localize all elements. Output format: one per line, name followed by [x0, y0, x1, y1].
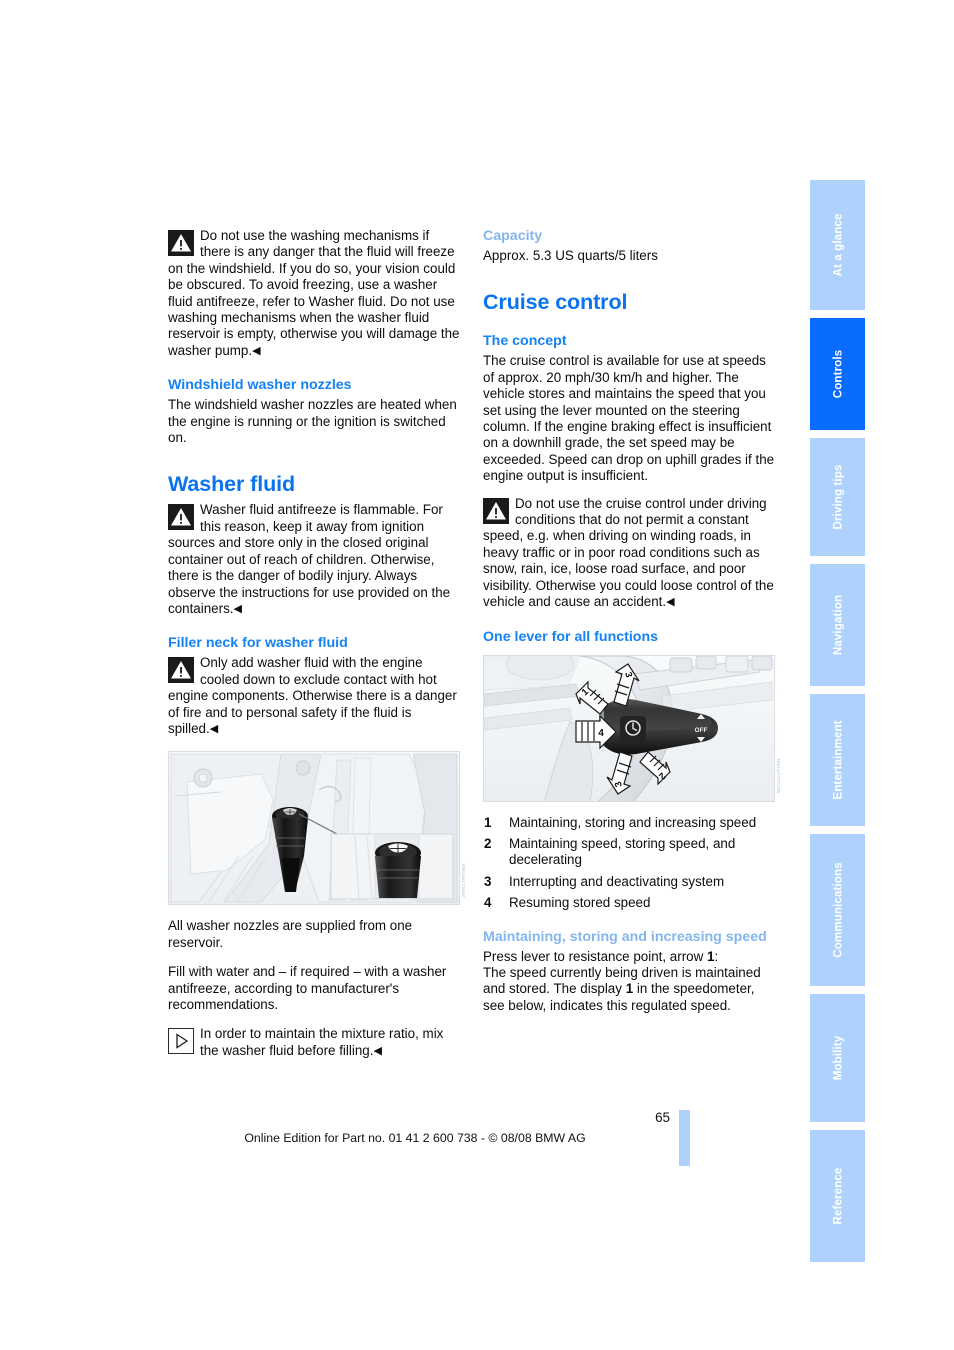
- list-item-label: Maintaining, storing and increasing spee…: [509, 814, 757, 830]
- footer-accent-bar: [679, 1110, 690, 1166]
- warning-antifreeze-flammable: Washer fluid antifreeze is flammable. Fo…: [168, 502, 460, 617]
- figure-reference-code: WRS17PAT95A: [460, 862, 466, 898]
- list-item: 3 Interrupting and deactivating system: [483, 874, 775, 890]
- sidebar-tab-controls[interactable]: Controls: [810, 318, 865, 430]
- heading-windshield-washer-nozzles: Windshield washer nozzles: [168, 377, 352, 394]
- warning-text: Washer fluid antifreeze is flammable. Fo…: [168, 502, 451, 616]
- list-item-number: 2: [484, 835, 492, 851]
- end-marker: ◀: [252, 344, 261, 357]
- list-item-number: 4: [484, 895, 492, 911]
- figure-washer-fluid-filler-neck: WRS17PAT95A: [168, 751, 466, 906]
- sidebar-tab-navigation[interactable]: Navigation: [810, 564, 865, 686]
- list-item: 1 Maintaining, storing and increasing sp…: [483, 815, 775, 831]
- sidebar-tab-at-a-glance[interactable]: At a glance: [810, 180, 865, 310]
- right-column: Capacity Approx. 5.3 US quarts/5 liters …: [483, 228, 781, 1027]
- heading-the-concept: The concept: [483, 333, 567, 350]
- list-item: 4 Resuming stored speed: [483, 895, 775, 911]
- text-fill-with-water: Fill with water and – if required – with…: [168, 964, 447, 1012]
- warning-text: Do not use the washing mechanisms if the…: [168, 228, 460, 358]
- manual-page: Do not use the washing mechanisms if the…: [0, 0, 954, 1350]
- end-marker: ◀: [233, 602, 242, 615]
- figure-reference-code: WCS1CUT1091: [775, 758, 781, 794]
- sidebar-tab-label: Reference: [831, 1167, 844, 1225]
- end-marker: ◀: [373, 1044, 382, 1057]
- list-item: 2 Maintaining speed, storing speed, and …: [483, 836, 775, 869]
- note-text: In order to maintain the mixture ratio, …: [200, 1026, 444, 1058]
- heading-capacity: Capacity: [483, 228, 543, 244]
- page-number: 65: [655, 1110, 670, 1125]
- heading-one-lever-for-all-functions: One lever for all functions: [483, 628, 659, 645]
- left-column: Do not use the washing mechanisms if the…: [168, 228, 466, 1072]
- list-item-number: 1: [484, 814, 492, 830]
- section-tabs: At a glance Controls Driving tips Naviga…: [810, 180, 865, 1262]
- sidebar-tab-label: Navigation: [831, 594, 844, 656]
- heading-washer-fluid: Washer fluid: [168, 472, 296, 497]
- lever-function-list: 1 Maintaining, storing and increasing sp…: [483, 815, 775, 912]
- sidebar-tab-label: At a glance: [831, 213, 844, 277]
- sidebar-tab-driving-tips[interactable]: Driving tips: [810, 438, 865, 556]
- maintaining-line1-pre: Press lever to resistance point, arrow: [483, 948, 708, 964]
- svg-text:4: 4: [598, 728, 604, 739]
- heading-maintaining-storing-increasing-speed: Maintaining, storing and increasing spee…: [483, 928, 767, 945]
- warning-triangle-icon: [483, 497, 509, 524]
- warning-triangle-icon: [168, 504, 194, 531]
- note-play-triangle-icon: [168, 1028, 194, 1055]
- sidebar-tab-label: Controls: [831, 349, 844, 399]
- warning-text: Do not use the cruise control under driv…: [483, 495, 774, 610]
- warning-triangle-icon: [168, 657, 194, 684]
- figure-cruise-control-lever: OFF 1 2 3 3 4 WCS1CUT1091: [483, 654, 781, 802]
- text-capacity: Approx. 5.3 US quarts/5 liters: [483, 248, 658, 263]
- end-marker: ◀: [666, 596, 675, 609]
- note-mixture-ratio: In order to maintain the mixture ratio, …: [168, 1026, 460, 1059]
- sidebar-tab-label: Mobility: [831, 1035, 844, 1081]
- text-maintaining-speed: Press lever to resistance point, arrow 1…: [483, 949, 775, 1015]
- footer-edition-line: Online Edition for Part no. 01 41 2 600 …: [244, 1131, 586, 1145]
- sidebar-tab-label: Entertainment: [831, 720, 844, 800]
- sidebar-tab-reference[interactable]: Reference: [810, 1130, 865, 1262]
- warning-washing-mechanisms: Do not use the washing mechanisms if the…: [168, 228, 460, 359]
- sidebar-tab-mobility[interactable]: Mobility: [810, 994, 865, 1122]
- list-item-label: Interrupting and deactivating system: [509, 873, 725, 889]
- sidebar-tab-label: Driving tips: [831, 464, 844, 530]
- warning-filler-neck: Only add washer fluid with the engine co…: [168, 655, 460, 737]
- lever-off-label: OFF: [695, 727, 708, 734]
- text-windshield-washer-nozzles: The windshield washer nozzles are heated…: [168, 397, 457, 446]
- sidebar-tab-entertainment[interactable]: Entertainment: [810, 694, 865, 826]
- list-item-number: 3: [484, 873, 492, 889]
- text-the-concept: The cruise control is available for use …: [483, 353, 775, 484]
- list-item-label: Maintaining speed, storing speed, and de…: [509, 835, 736, 868]
- end-marker: ◀: [209, 722, 219, 735]
- text-one-reservoir: All washer nozzles are supplied from one…: [168, 918, 413, 950]
- sidebar-tab-communications[interactable]: Communications: [810, 834, 865, 986]
- warning-triangle-icon: [168, 230, 194, 256]
- heading-filler-neck: Filler neck for washer fluid: [168, 635, 348, 652]
- maintaining-line1-post: :: [714, 948, 719, 964]
- list-item-label: Resuming stored speed: [509, 895, 651, 911]
- warning-cruise-control: Do not use the cruise control under driv…: [483, 496, 775, 611]
- sidebar-tab-label: Communications: [831, 862, 844, 958]
- heading-cruise-control: Cruise control: [483, 290, 628, 315]
